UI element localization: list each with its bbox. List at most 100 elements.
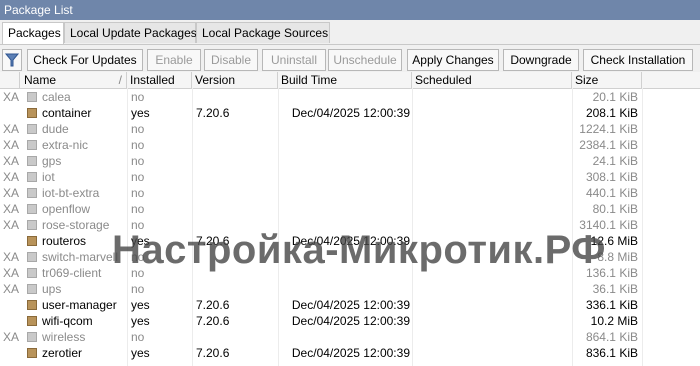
cell-installed: yes xyxy=(131,106,150,120)
cell-flags xyxy=(3,345,21,361)
cell-build-time: Dec/04/2025 12:00:39 xyxy=(291,346,410,360)
downgrade-button[interactable]: Downgrade xyxy=(503,49,579,71)
cell-size: 10.2 MiB xyxy=(590,314,638,328)
cell-installed: no xyxy=(131,170,145,184)
cell-name: tr069-client xyxy=(42,266,102,280)
cell-flags: XA xyxy=(3,90,20,104)
header-name[interactable]: Name / xyxy=(20,72,127,88)
cell-flags: XA xyxy=(3,250,20,264)
cell-scheduled xyxy=(416,345,566,361)
cell-name: calea xyxy=(42,90,71,104)
cell-name: rose-storage xyxy=(42,218,110,232)
tab-packages[interactable]: Packages xyxy=(2,22,64,44)
cell-name: openflow xyxy=(42,202,91,216)
header-installed[interactable]: Installed xyxy=(127,72,192,88)
uninstall-button[interactable]: Uninstall xyxy=(262,49,326,71)
cell-build-time xyxy=(280,137,410,153)
cell-version xyxy=(196,201,276,217)
cell-version xyxy=(196,249,276,265)
table-row[interactable]: XA dude no 1224.1 KiB xyxy=(0,121,700,137)
header-build-time[interactable]: Build Time xyxy=(278,72,412,88)
cell-size: 308.1 KiB xyxy=(585,170,638,184)
table-row[interactable]: container yes 7.20.6 Dec/04/2025 12:00:39 20… xyxy=(0,105,700,121)
cell-size: 136.1 KiB xyxy=(585,266,638,280)
apply-changes-button[interactable]: Apply Changes xyxy=(407,49,499,71)
cell-scheduled xyxy=(416,249,566,265)
cell-scheduled xyxy=(416,329,566,345)
table-row[interactable]: XA iot-bt-extra no 440.1 KiB xyxy=(0,185,700,201)
package-icon xyxy=(27,316,37,326)
cell-build-time: Dec/04/2025 12:00:39 xyxy=(291,314,410,328)
cell-build-time xyxy=(280,169,410,185)
cell-flags xyxy=(3,313,21,329)
table-row[interactable]: routeros yes 7.20.6 Dec/04/2025 12:00:39 12.… xyxy=(0,233,700,249)
cell-scheduled xyxy=(416,137,566,153)
cell-version xyxy=(196,121,276,137)
disable-button[interactable]: Disable xyxy=(204,49,258,71)
table-row[interactable]: XA switch-marvell no 8.8 MiB xyxy=(0,249,700,265)
cell-build-time: Dec/04/2025 12:00:39 xyxy=(291,106,410,120)
tab-local-package-sources[interactable]: Local Package Sources xyxy=(196,22,330,43)
toolbar: Check For Updates Enable Disable Uninsta… xyxy=(0,44,700,73)
cell-size: 208.1 KiB xyxy=(585,106,638,120)
cell-version: 7.20.6 xyxy=(196,314,230,328)
cell-version: 7.20.6 xyxy=(196,298,230,312)
cell-name: ups xyxy=(42,282,62,296)
table-row[interactable]: XA extra-nic no 2384.1 KiB xyxy=(0,137,700,153)
cell-version xyxy=(196,265,276,281)
package-icon xyxy=(27,124,37,134)
cell-version xyxy=(196,169,276,185)
package-icon xyxy=(27,92,37,102)
filter-button[interactable] xyxy=(2,49,22,71)
cell-installed: no xyxy=(131,122,145,136)
sort-indicator-icon: / xyxy=(118,73,122,87)
table-row[interactable]: XA ups no 36.1 KiB xyxy=(0,281,700,297)
check-installation-button[interactable]: Check Installation xyxy=(583,49,693,71)
cell-build-time xyxy=(280,89,410,105)
header-flags[interactable] xyxy=(0,72,20,88)
table-row[interactable]: XA gps no 24.1 KiB xyxy=(0,153,700,169)
table-row[interactable]: XA rose-storage no 3140.1 KiB xyxy=(0,217,700,233)
package-icon xyxy=(27,300,37,310)
cell-flags xyxy=(3,233,21,249)
header-version[interactable]: Version xyxy=(192,72,278,88)
table-row[interactable]: wifi-qcom yes 7.20.6 Dec/04/2025 12:00:39 10… xyxy=(0,313,700,329)
package-icon xyxy=(27,348,37,358)
cell-version: 7.20.6 xyxy=(196,234,230,248)
cell-name: wifi-qcom xyxy=(42,314,93,328)
cell-installed: no xyxy=(131,138,145,152)
table-row[interactable]: zerotier yes 7.20.6 Dec/04/2025 12:00:39 836… xyxy=(0,345,700,361)
cell-size: 80.1 KiB xyxy=(592,202,638,216)
check-for-updates-button[interactable]: Check For Updates xyxy=(27,49,143,71)
cell-build-time: Dec/04/2025 12:00:39 xyxy=(291,298,410,312)
cell-version xyxy=(196,137,276,153)
tab-local-update-packages[interactable]: Local Update Packages xyxy=(64,22,197,43)
cell-build-time xyxy=(280,249,410,265)
table-row[interactable]: XA tr069-client no 136.1 KiB xyxy=(0,265,700,281)
cell-flags: XA xyxy=(3,202,20,216)
cell-flags: XA xyxy=(3,186,20,200)
enable-button[interactable]: Enable xyxy=(147,49,201,71)
table-row[interactable]: user-manager yes 7.20.6 Dec/04/2025 12:00:3… xyxy=(0,297,700,313)
cell-build-time xyxy=(280,185,410,201)
table-row[interactable]: XA wireless no 864.1 KiB xyxy=(0,329,700,345)
cell-version: 7.20.6 xyxy=(196,106,230,120)
table-row[interactable]: XA iot no 308.1 KiB xyxy=(0,169,700,185)
cell-name: container xyxy=(42,106,92,120)
cell-flags: XA xyxy=(3,122,20,136)
package-icon xyxy=(27,172,37,182)
table-row[interactable]: XA calea no 20.1 KiB xyxy=(0,89,700,105)
header-size[interactable]: Size xyxy=(572,72,642,88)
cell-installed: yes xyxy=(131,314,150,328)
header-scheduled[interactable]: Scheduled xyxy=(412,72,572,88)
cell-flags: XA xyxy=(3,330,20,344)
unschedule-button[interactable]: Unschedule xyxy=(328,49,402,71)
cell-installed: no xyxy=(131,330,145,344)
cell-version: 7.20.6 xyxy=(196,346,230,360)
table-row[interactable]: XA openflow no 80.1 KiB xyxy=(0,201,700,217)
package-icon xyxy=(27,188,37,198)
cell-name: gps xyxy=(42,154,62,168)
cell-scheduled xyxy=(416,105,566,121)
cell-flags: XA xyxy=(3,154,20,168)
package-icon xyxy=(27,236,37,246)
